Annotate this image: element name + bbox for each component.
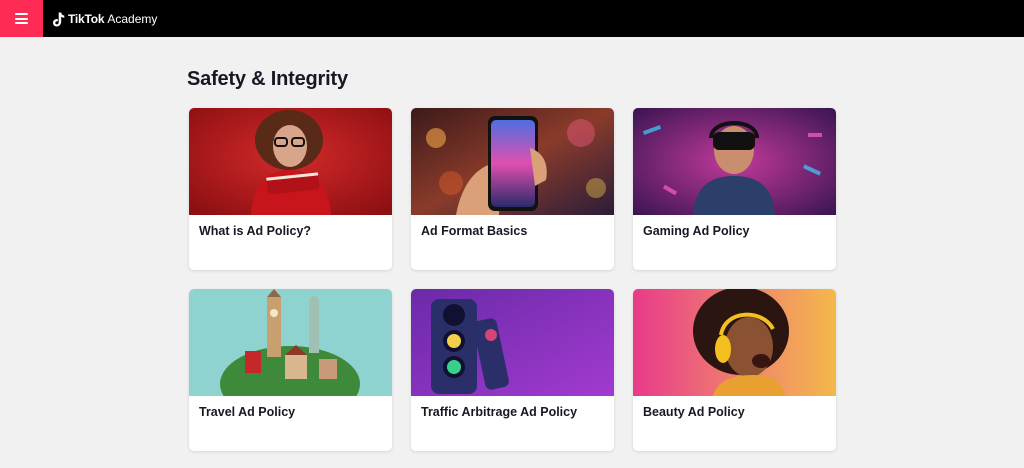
course-card-travel[interactable]: Travel Ad Policy xyxy=(189,289,392,451)
card-title: Beauty Ad Policy xyxy=(643,405,745,419)
card-title: What is Ad Policy? xyxy=(199,224,312,238)
card-thumbnail xyxy=(189,108,392,215)
brand-logo[interactable]: TikTok Academy xyxy=(53,10,157,28)
page-title: Safety & Integrity xyxy=(187,68,348,90)
card-title: Gaming Ad Policy xyxy=(643,224,750,238)
hamburger-menu-icon xyxy=(15,13,28,24)
course-card-ad-policy[interactable]: What is Ad Policy? xyxy=(189,108,392,270)
card-thumbnail xyxy=(189,289,392,396)
card-thumbnail xyxy=(633,289,836,396)
brand-name: TikTok xyxy=(68,12,105,26)
card-title: Travel Ad Policy xyxy=(199,405,296,419)
menu-button[interactable] xyxy=(0,0,43,37)
top-nav-bar: TikTok Academy xyxy=(0,0,1024,37)
card-thumbnail xyxy=(411,289,614,396)
card-title: Ad Format Basics xyxy=(421,224,528,238)
course-card-gaming[interactable]: Gaming Ad Policy xyxy=(633,108,836,270)
course-card-beauty[interactable]: Beauty Ad Policy xyxy=(633,289,836,451)
card-thumbnail xyxy=(411,108,614,215)
card-thumbnail xyxy=(633,108,836,215)
course-card-traffic-arbitrage[interactable]: Traffic Arbitrage Ad Policy xyxy=(411,289,614,451)
tiktok-note-icon xyxy=(53,12,65,26)
course-card-ad-format[interactable]: Ad Format Basics xyxy=(411,108,614,270)
brand-subtitle: Academy xyxy=(107,12,158,26)
card-title: Traffic Arbitrage Ad Policy xyxy=(421,405,578,419)
